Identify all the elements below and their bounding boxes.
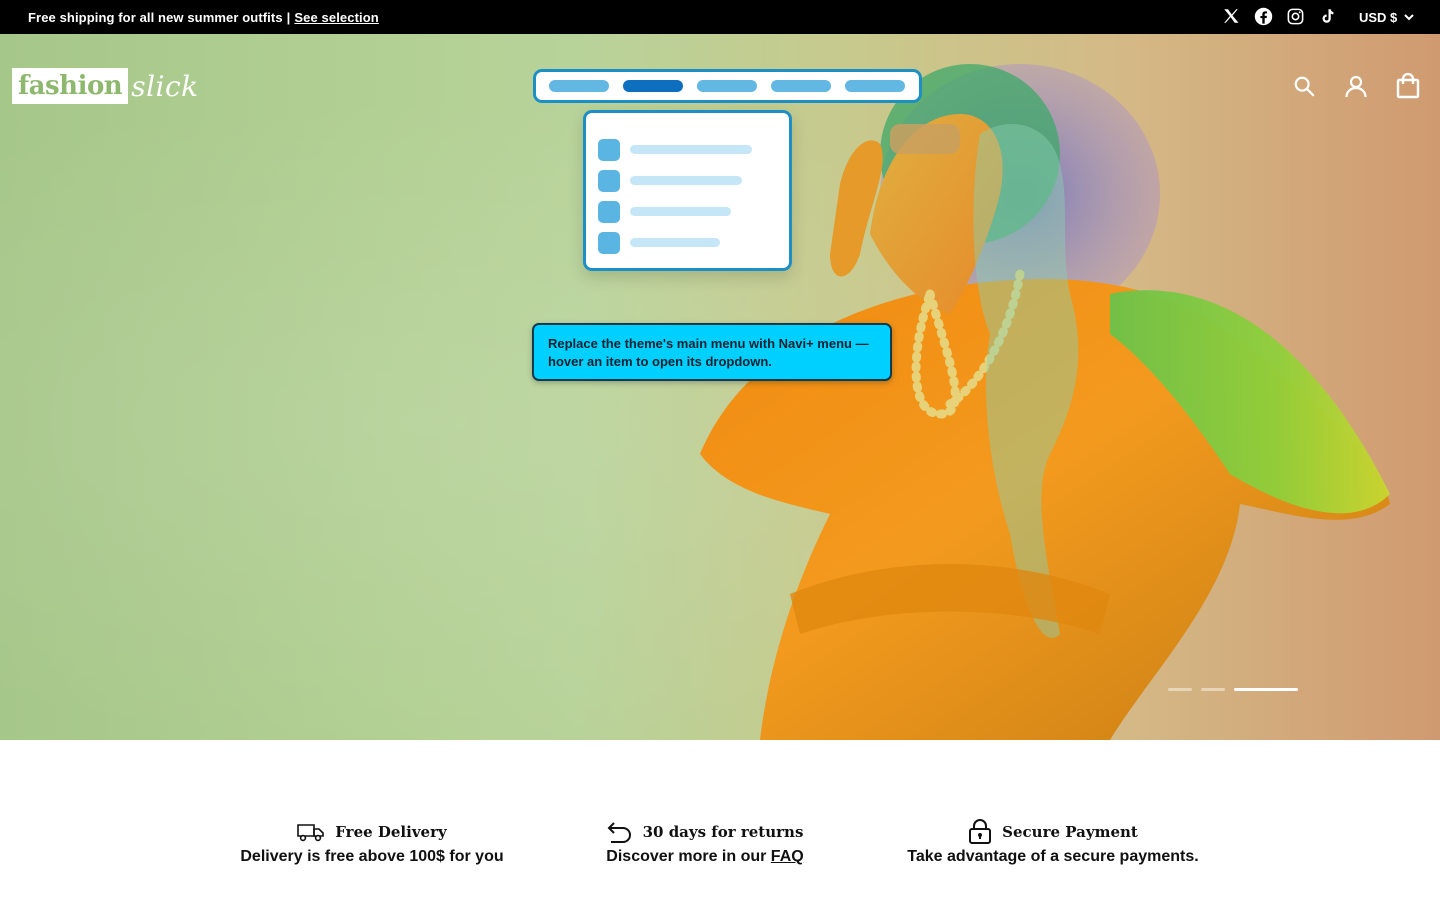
currency-label: USD $ (1359, 9, 1398, 25)
bag-icon[interactable] (1394, 72, 1422, 100)
navi-dropdown-mock (583, 110, 792, 271)
feature-returns: 30 days for returns Discover more in our… (600, 820, 810, 866)
menu-item-2[interactable] (623, 80, 683, 92)
feature-title-row: Free Delivery (237, 820, 507, 844)
hero-banner[interactable]: fashion slick Replace the theme's main m… (0, 34, 1440, 740)
navi-tooltip: Replace the theme's main menu with Navi+… (532, 323, 892, 381)
dropdown-item-label (630, 176, 742, 185)
logo-script: slick (131, 69, 199, 103)
menu-item-3[interactable] (697, 80, 757, 92)
feature-title: Free Delivery (335, 823, 447, 841)
slider-pagination (1168, 688, 1298, 691)
announcement-separator: | (286, 9, 291, 25)
feature-free-delivery: Free Delivery Delivery is free above 100… (237, 820, 507, 866)
feature-title-row: Secure Payment (903, 819, 1203, 844)
menu-item-5[interactable] (845, 80, 905, 92)
feature-title-row: 30 days for returns (600, 820, 810, 844)
dropdown-item-label (630, 145, 752, 154)
account-icon[interactable] (1342, 72, 1370, 100)
feature-title: 30 days for returns (642, 823, 804, 841)
feature-desc-text: Take advantage of a secure payments. (907, 848, 1199, 865)
slide-dot[interactable] (1168, 688, 1192, 691)
announcement: Free shipping for all new summer outfits… (28, 0, 379, 34)
feature-desc: Delivery is free above 100$ for you (237, 848, 507, 866)
feature-secure-payment: Secure Payment Take advantage of a secur… (903, 819, 1203, 866)
currency-selector[interactable]: USD $ (1359, 0, 1415, 34)
feature-title: Secure Payment (1002, 823, 1138, 841)
tiktok-icon[interactable] (1316, 5, 1338, 27)
dropdown-item[interactable] (598, 227, 789, 258)
header-actions (1290, 72, 1422, 100)
dropdown-item-label (630, 238, 720, 247)
facebook-icon[interactable] (1252, 5, 1274, 27)
slide-dot-active[interactable] (1234, 688, 1298, 691)
see-selection-link[interactable]: See selection (294, 10, 378, 25)
dropdown-item-icon (598, 169, 620, 192)
feature-highlights: Free Delivery Delivery is free above 100… (0, 740, 1440, 900)
logo-wordmark: fashion (12, 68, 129, 104)
dropdown-item-icon (598, 138, 620, 161)
store-logo[interactable]: fashion slick (12, 68, 199, 104)
chevron-down-icon (1404, 14, 1415, 21)
feature-desc: Take advantage of a secure payments. (903, 848, 1203, 866)
instagram-icon[interactable] (1284, 5, 1306, 27)
announcement-text: Free shipping for all new summer outfits (28, 9, 283, 25)
dropdown-item[interactable] (598, 196, 789, 227)
social-links (1220, 5, 1338, 27)
dropdown-item-icon (598, 200, 620, 223)
navi-menu-mock (533, 69, 922, 103)
lock-icon (969, 819, 992, 844)
menu-item-4[interactable] (771, 80, 831, 92)
search-icon[interactable] (1290, 72, 1318, 100)
feature-desc-text: Delivery is free above 100$ for you (240, 848, 504, 865)
menu-item-1[interactable] (549, 80, 609, 92)
dropdown-item[interactable] (598, 134, 789, 165)
announcement-bar: Free shipping for all new summer outfits… (0, 0, 1440, 34)
dropdown-item-icon (598, 231, 620, 254)
feature-desc: Discover more in our FAQ (600, 848, 810, 866)
return-arrow-icon (607, 822, 631, 843)
feature-desc-text: Discover more in our (606, 848, 771, 865)
slide-dot[interactable] (1201, 688, 1225, 691)
dropdown-item-label (630, 207, 731, 216)
x-icon[interactable] (1220, 5, 1242, 27)
faq-link[interactable]: FAQ (771, 848, 804, 865)
truck-icon (297, 824, 325, 842)
dropdown-item[interactable] (598, 165, 789, 196)
